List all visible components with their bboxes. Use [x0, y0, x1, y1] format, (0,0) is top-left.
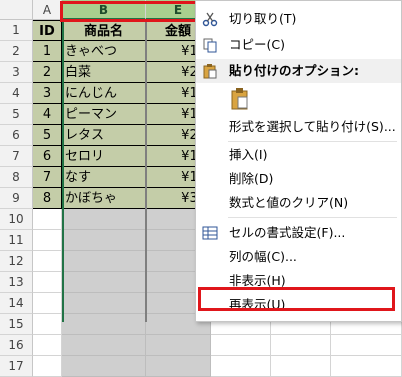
table-header-cell[interactable]: ID	[33, 20, 62, 41]
row-header[interactable]: 9	[0, 188, 33, 209]
table-cell[interactable]: ピーマン	[62, 104, 146, 125]
menu-item-label: 切り取り(T)	[229, 11, 297, 26]
row-header[interactable]: 5	[0, 104, 33, 125]
scissors-icon	[202, 12, 218, 27]
row-header[interactable]: 8	[0, 167, 33, 188]
menu-item-label: 再表示(U)	[229, 297, 286, 312]
menu-item-unhide[interactable]: 再表示(U)	[196, 293, 401, 317]
menu-item-delete[interactable]: 削除(D)	[196, 167, 401, 191]
table-header-cell[interactable]: 商品名	[62, 20, 146, 41]
menu-item-label: 挿入(I)	[229, 147, 268, 162]
copy-icon	[203, 38, 217, 53]
grid-cell[interactable]	[62, 356, 146, 377]
menu-separator	[228, 217, 397, 218]
row-header[interactable]: 13	[0, 272, 33, 293]
table-cell[interactable]: 1	[33, 41, 62, 62]
row-header[interactable]: 16	[0, 335, 33, 356]
grid-cell[interactable]	[62, 209, 146, 230]
menu-item-label: 非表示(H)	[229, 273, 286, 288]
grid-cell[interactable]	[146, 335, 211, 356]
table-cell[interactable]: かぼちゃ	[62, 188, 146, 209]
table-cell[interactable]: レタス	[62, 125, 146, 146]
grid-cell[interactable]	[62, 335, 146, 356]
row-header[interactable]: 4	[0, 83, 33, 104]
menu-item-label: コピー(C)	[229, 37, 285, 52]
grid-cell[interactable]	[62, 230, 146, 251]
grid-cell[interactable]	[33, 293, 62, 314]
grid-cell[interactable]	[271, 335, 331, 356]
table-cell[interactable]: セロリ	[62, 146, 146, 167]
menu-item-format-cells[interactable]: セルの書式設定(F)...	[196, 221, 401, 245]
row-header[interactable]: 3	[0, 62, 33, 83]
grid-cell[interactable]	[33, 335, 62, 356]
table-cell[interactable]: 白菜	[62, 62, 146, 83]
grid-cell[interactable]	[331, 335, 402, 356]
context-menu: 切り取り(T) コピー(C) 貼り付けのオプション: 形式を選択して貼り付け(S…	[195, 0, 402, 322]
menu-item-label: セルの書式設定(F)...	[229, 225, 346, 240]
menu-separator	[228, 141, 397, 142]
select-all-corner[interactable]	[0, 0, 33, 20]
grid-cell[interactable]	[62, 293, 146, 314]
column-header-b[interactable]: B	[62, 0, 146, 20]
table-cell[interactable]: 7	[33, 167, 62, 188]
grid-cell[interactable]	[331, 356, 402, 377]
grid-cell[interactable]	[62, 251, 146, 272]
row-header[interactable]: 15	[0, 314, 33, 335]
hidden-columns-divider	[145, 20, 147, 322]
menu-item-label: 数式と値のクリア(N)	[229, 195, 349, 210]
grid-cell[interactable]	[62, 272, 146, 293]
grid-cell[interactable]	[62, 314, 146, 335]
menu-item-paste-special[interactable]: 形式を選択して貼り付け(S)...	[196, 115, 401, 139]
grid-cell[interactable]	[146, 356, 211, 377]
clipboard-icon	[231, 88, 248, 110]
table-cell[interactable]: 2	[33, 62, 62, 83]
menu-item-hide[interactable]: 非表示(H)	[196, 269, 401, 293]
menu-item-column-width[interactable]: 列の幅(C)...	[196, 245, 401, 269]
menu-item-insert[interactable]: 挿入(I)	[196, 143, 401, 167]
table-cell[interactable]: 3	[33, 83, 62, 104]
grid-cell[interactable]	[211, 356, 271, 377]
grid-cell[interactable]	[33, 356, 62, 377]
grid-cell[interactable]	[271, 356, 331, 377]
table-cell[interactable]: 5	[33, 125, 62, 146]
row-header[interactable]: 7	[0, 146, 33, 167]
grid-cell[interactable]	[33, 272, 62, 293]
paste-option-button[interactable]	[229, 87, 251, 111]
menu-item-label: 形式を選択して貼り付け(S)...	[229, 119, 396, 134]
menu-section-paste-options: 貼り付けのオプション:	[196, 59, 401, 83]
grid-cell[interactable]	[33, 230, 62, 251]
row-header[interactable]: 10	[0, 209, 33, 230]
table-cell[interactable]: なす	[62, 167, 146, 188]
row-header[interactable]: 1	[0, 20, 33, 41]
table-cell[interactable]: 8	[33, 188, 62, 209]
menu-item-clear[interactable]: 数式と値のクリア(N)	[196, 191, 401, 215]
menu-item-cut[interactable]: 切り取り(T)	[196, 7, 401, 31]
menu-section-label: 貼り付けのオプション:	[229, 63, 359, 78]
format-cells-icon	[202, 226, 218, 240]
row-header[interactable]: 17	[0, 356, 33, 377]
table-cell[interactable]: 4	[33, 104, 62, 125]
row-header[interactable]: 6	[0, 125, 33, 146]
menu-item-copy[interactable]: コピー(C)	[196, 33, 401, 57]
paste-icon	[203, 64, 217, 79]
table-cell[interactable]: 6	[33, 146, 62, 167]
grid-cell[interactable]	[33, 251, 62, 272]
grid-cell[interactable]	[211, 335, 271, 356]
row-header[interactable]: 12	[0, 251, 33, 272]
menu-item-label: 削除(D)	[229, 171, 274, 186]
table-cell[interactable]: きゃべつ	[62, 41, 146, 62]
column-header-a[interactable]: A	[33, 0, 62, 20]
table-cell[interactable]: にんじん	[62, 83, 146, 104]
row-header[interactable]: 2	[0, 41, 33, 62]
menu-item-label: 列の幅(C)...	[229, 249, 297, 264]
row-header[interactable]: 11	[0, 230, 33, 251]
row-header[interactable]: 14	[0, 293, 33, 314]
grid-cell[interactable]	[33, 209, 62, 230]
grid-cell[interactable]	[33, 314, 62, 335]
